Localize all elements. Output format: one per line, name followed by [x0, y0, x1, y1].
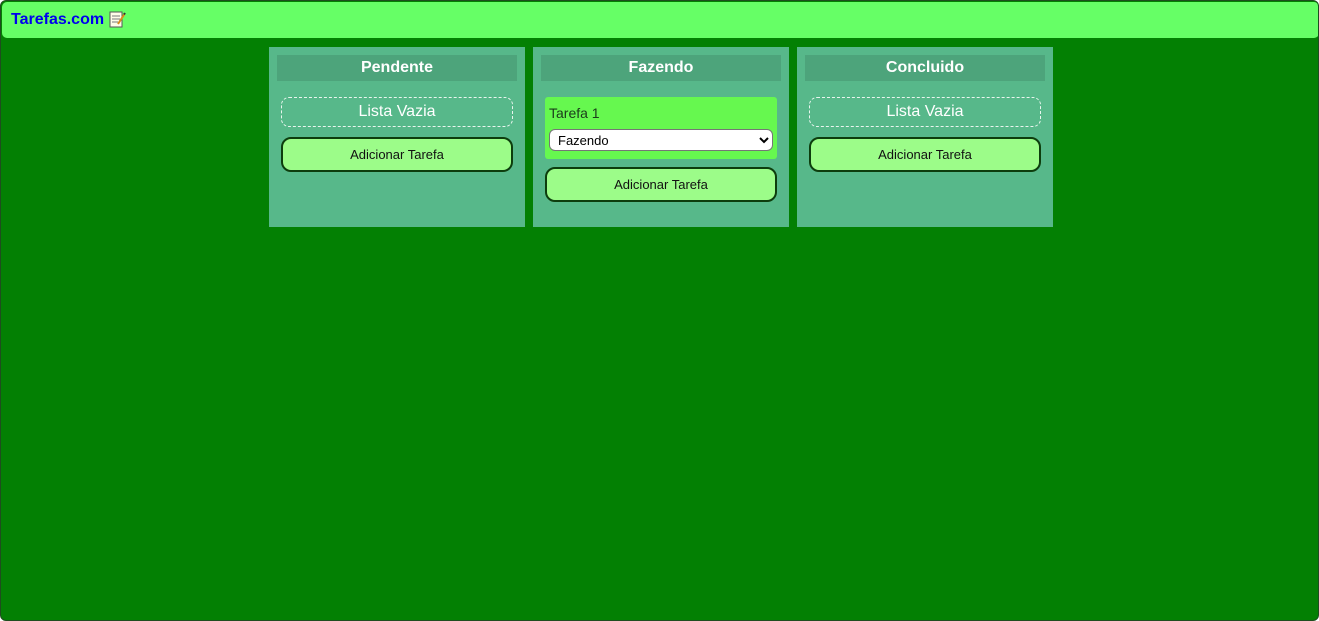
column-title: Fazendo: [541, 55, 781, 81]
header-bar: Tarefas.com: [2, 2, 1318, 38]
column-concluido: Concluido Lista Vazia Adicionar Tarefa: [797, 47, 1053, 227]
task-name: Tarefa 1: [549, 105, 600, 121]
column-title: Pendente: [277, 55, 517, 81]
memo-icon: [109, 11, 126, 29]
column-title: Concluido: [805, 55, 1045, 81]
brand-link[interactable]: Tarefas.com: [11, 11, 104, 29]
add-task-button[interactable]: Adicionar Tarefa: [281, 137, 513, 172]
task-board: Pendente Lista Vazia Adicionar Tarefa Fa…: [269, 47, 1053, 227]
column-fazendo: Fazendo Tarefa 1 Fazendo Adicionar Taref…: [533, 47, 789, 227]
task-status-select[interactable]: Fazendo: [549, 129, 773, 151]
empty-list-placeholder: Lista Vazia: [281, 97, 513, 127]
task-card: Tarefa 1 Fazendo: [545, 97, 777, 159]
app-window: Tarefas.com Pendente Lista Vazia Adicion…: [0, 0, 1319, 621]
add-task-button[interactable]: Adicionar Tarefa: [809, 137, 1041, 172]
empty-list-placeholder: Lista Vazia: [809, 97, 1041, 127]
column-pendente: Pendente Lista Vazia Adicionar Tarefa: [269, 47, 525, 227]
add-task-button[interactable]: Adicionar Tarefa: [545, 167, 777, 202]
